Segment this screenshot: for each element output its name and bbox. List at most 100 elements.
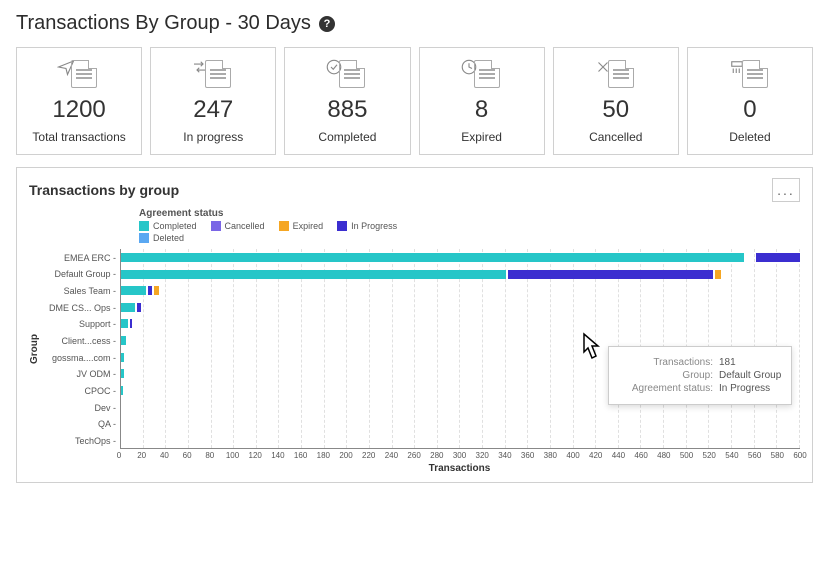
bar-segment[interactable] bbox=[121, 353, 124, 362]
x-tick-label: 240 bbox=[385, 451, 398, 460]
x-tick-label: 600 bbox=[793, 451, 806, 460]
x-tick-label: 40 bbox=[160, 451, 169, 460]
legend-item[interactable]: Expired bbox=[279, 221, 324, 231]
x-tick-label: 260 bbox=[407, 451, 420, 460]
help-icon[interactable]: ? bbox=[319, 16, 335, 32]
y-tick-label: QA - bbox=[42, 416, 116, 433]
y-tick-label: CPOC - bbox=[42, 383, 116, 400]
stat-card[interactable]: 1200 Total transactions bbox=[16, 47, 142, 155]
stat-card[interactable]: 8Expired bbox=[419, 47, 545, 155]
page-title-row: Transactions By Group - 30 Days ? bbox=[16, 12, 813, 35]
bar-row[interactable] bbox=[121, 415, 800, 432]
chart-panel: Transactions by group ... Agreement stat… bbox=[16, 167, 813, 483]
x-tick-label: 500 bbox=[680, 451, 693, 460]
x-tick-label: 520 bbox=[703, 451, 716, 460]
bar-segment[interactable] bbox=[121, 270, 506, 279]
bar-row[interactable] bbox=[121, 316, 800, 333]
legend-item[interactable]: Completed bbox=[139, 221, 197, 231]
legend-label: Cancelled bbox=[225, 221, 265, 231]
tooltip-value: In Progress bbox=[719, 383, 770, 394]
y-tick-label: Default Group - bbox=[42, 266, 116, 283]
stat-icon bbox=[325, 58, 369, 90]
bar-segment[interactable] bbox=[121, 286, 146, 295]
bar-segment[interactable] bbox=[137, 303, 142, 312]
document-icon bbox=[205, 60, 231, 88]
bar-segment[interactable] bbox=[121, 253, 744, 262]
stat-label: Total transactions bbox=[32, 130, 125, 144]
y-tick-label: Dev - bbox=[42, 399, 116, 416]
bar-row[interactable] bbox=[121, 266, 800, 283]
bar-segment[interactable] bbox=[508, 270, 713, 279]
bar-segment[interactable] bbox=[130, 319, 132, 328]
y-tick-label: EMEA ERC - bbox=[42, 249, 116, 266]
swatch bbox=[139, 233, 149, 243]
stat-label: Completed bbox=[318, 130, 376, 144]
panel-title: Transactions by group bbox=[29, 182, 179, 198]
x-tick-label: 60 bbox=[183, 451, 192, 460]
y-tick-label: DME CS... Ops - bbox=[42, 299, 116, 316]
x-tick-label: 460 bbox=[634, 451, 647, 460]
stat-value: 0 bbox=[743, 96, 756, 124]
x-tick-label: 360 bbox=[521, 451, 534, 460]
y-axis-label: Group bbox=[29, 334, 40, 364]
y-tick-label: JV ODM - bbox=[42, 366, 116, 383]
bar-row[interactable] bbox=[121, 432, 800, 449]
swatch bbox=[211, 221, 221, 231]
swatch bbox=[279, 221, 289, 231]
x-tick-label: 20 bbox=[137, 451, 146, 460]
bar-row[interactable] bbox=[121, 299, 800, 316]
x-tick-label: 400 bbox=[566, 451, 579, 460]
chart-tooltip: Transactions:181Group:Default GroupAgree… bbox=[608, 346, 792, 405]
legend-label: Completed bbox=[153, 221, 197, 231]
x-tick-label: 280 bbox=[430, 451, 443, 460]
stat-card[interactable]: 0 Deleted bbox=[687, 47, 813, 155]
document-icon bbox=[71, 60, 97, 88]
x-tick-label: 220 bbox=[362, 451, 375, 460]
legend-item[interactable]: Deleted bbox=[139, 233, 184, 243]
stat-card[interactable]: 247In progress bbox=[150, 47, 276, 155]
stat-icon bbox=[57, 58, 101, 90]
legend-item[interactable]: In Progress bbox=[337, 221, 397, 231]
stat-icon bbox=[460, 58, 504, 90]
bar-segment[interactable] bbox=[121, 369, 124, 378]
bar-row[interactable] bbox=[121, 283, 800, 300]
stat-card[interactable]: 885 Completed bbox=[284, 47, 410, 155]
legend-items: Completed Cancelled Expired In Progress Dele… bbox=[139, 221, 399, 243]
bar-segment[interactable] bbox=[121, 336, 126, 345]
document-icon bbox=[474, 60, 500, 88]
x-tick-label: 140 bbox=[271, 451, 284, 460]
bar-segment[interactable] bbox=[121, 303, 135, 312]
legend-item[interactable]: Cancelled bbox=[211, 221, 265, 231]
x-tick-label: 440 bbox=[612, 451, 625, 460]
stat-label: In progress bbox=[183, 130, 243, 144]
bar-segment[interactable] bbox=[121, 319, 128, 328]
bar-segment[interactable] bbox=[148, 286, 153, 295]
x-tick-label: 80 bbox=[205, 451, 214, 460]
bar-segment[interactable] bbox=[715, 270, 722, 279]
swatch bbox=[337, 221, 347, 231]
stat-card[interactable]: 50Cancelled bbox=[553, 47, 679, 155]
tooltip-row: Group:Default Group bbox=[619, 370, 781, 381]
stat-icon bbox=[191, 58, 235, 90]
bar-segment[interactable] bbox=[154, 286, 159, 295]
tooltip-key: Agreement status: bbox=[619, 383, 713, 394]
x-tick-label: 420 bbox=[589, 451, 602, 460]
x-tick-label: 100 bbox=[226, 451, 239, 460]
stat-value: 50 bbox=[602, 96, 629, 124]
bar-segment[interactable] bbox=[756, 253, 800, 262]
more-button[interactable]: ... bbox=[772, 178, 800, 202]
stat-label: Deleted bbox=[729, 130, 770, 144]
x-axis-ticks: 0204060801001201401601802002202402602803… bbox=[119, 451, 800, 461]
x-tick-label: 120 bbox=[249, 451, 262, 460]
bar-row[interactable] bbox=[121, 249, 800, 266]
y-tick-label: Support - bbox=[42, 316, 116, 333]
stat-value: 1200 bbox=[52, 96, 105, 124]
x-tick-label: 580 bbox=[771, 451, 784, 460]
stat-value: 885 bbox=[327, 96, 367, 124]
stat-value: 8 bbox=[475, 96, 488, 124]
x-tick-label: 0 bbox=[117, 451, 121, 460]
bar-segment[interactable] bbox=[121, 386, 123, 395]
legend-title: Agreement status bbox=[139, 208, 800, 219]
legend: Agreement status Completed Cancelled Expir… bbox=[139, 208, 800, 243]
y-tick-label: TechOps - bbox=[42, 433, 116, 450]
